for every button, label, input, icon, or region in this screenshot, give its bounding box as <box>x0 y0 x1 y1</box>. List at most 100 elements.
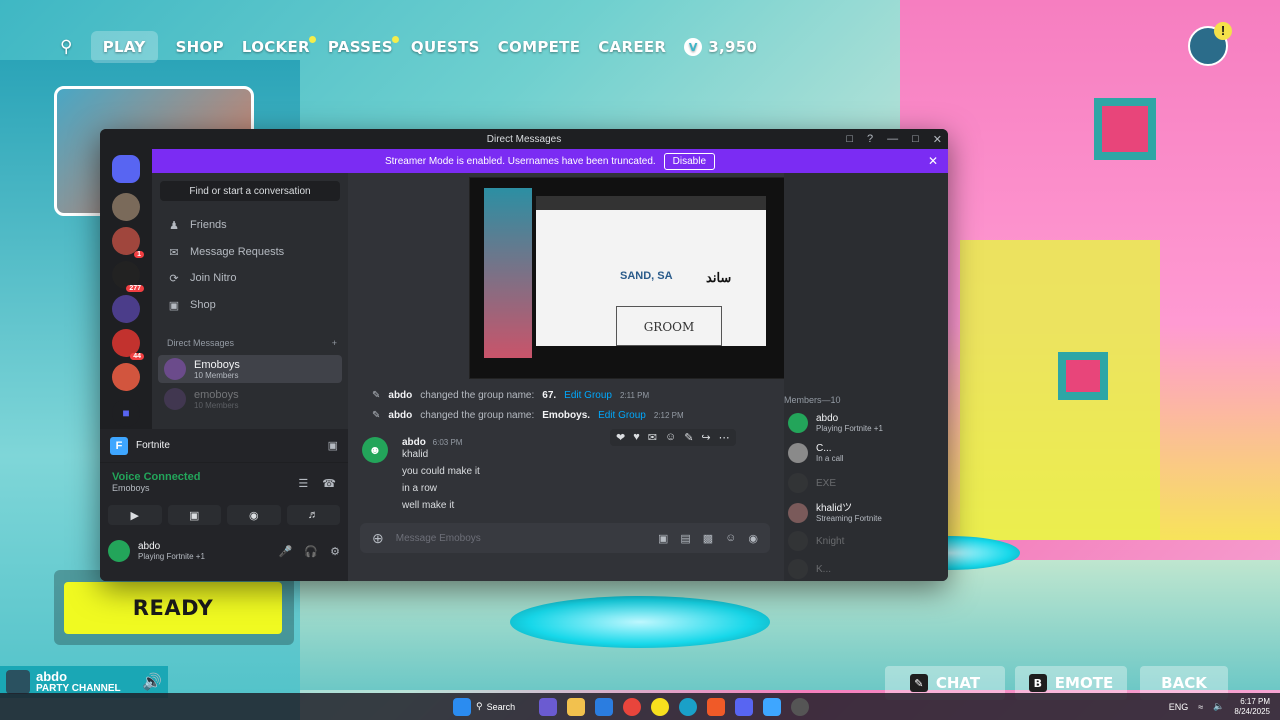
fortnite-icon[interactable] <box>763 697 781 716</box>
dm-item-emoboys[interactable]: Emoboys 10 Members <box>158 355 342 383</box>
folder-icon[interactable] <box>567 697 585 716</box>
nav-play[interactable]: PLAY <box>90 31 158 63</box>
noise-suppression-icon[interactable]: ☰ <box>298 477 308 490</box>
nav-career[interactable]: CAREER <box>598 38 666 56</box>
camera-icon[interactable]: ▶ <box>108 505 162 525</box>
nav-friends[interactable]: ♟ Friends <box>160 213 340 237</box>
chrome-icon[interactable] <box>623 697 641 716</box>
edit-icon[interactable]: ✎ <box>684 431 693 444</box>
edit-group-link[interactable]: Edit Group <box>564 390 612 401</box>
tray-lang[interactable]: ENG <box>1169 702 1189 712</box>
avatar <box>788 473 808 493</box>
edit-group-link[interactable]: Edit Group <box>598 410 646 421</box>
soundboard-icon[interactable]: ♬ <box>286 505 340 525</box>
avatar[interactable] <box>108 540 130 562</box>
message-author-name: abdo <box>402 437 426 448</box>
close-icon[interactable]: ✕ <box>933 133 942 146</box>
avatar[interactable]: ☻ <box>362 437 388 463</box>
system-tray: ENG ≈ 🔈 6:17 PM 8/24/2025 <box>1169 693 1270 720</box>
find-conversation-input[interactable]: Find or start a conversation <box>160 181 340 201</box>
app-icon[interactable] <box>791 697 809 716</box>
reply-icon[interactable]: ↪ <box>701 431 710 444</box>
server-icon[interactable] <box>112 363 140 391</box>
lips-reaction-icon[interactable]: ♥ <box>633 431 640 444</box>
member-item[interactable]: C... In a call <box>788 439 844 467</box>
nav-message-requests[interactable]: ✉ Message Requests <box>160 240 340 264</box>
activities-icon[interactable]: ◉ <box>227 505 281 525</box>
volume-icon[interactable]: 🔈 <box>1213 701 1224 712</box>
message-composer: ⊕ Message Emoboys ▣ ▤ ▩ ☺ ◉ <box>360 523 770 553</box>
member-item[interactable]: abdo Playing Fortnite +1 <box>788 409 883 437</box>
vbucks-balance[interactable]: V 3,950 <box>684 38 757 56</box>
emoji-icon[interactable]: ☺ <box>725 532 736 544</box>
close-icon[interactable]: ✕ <box>928 154 938 168</box>
game-controller-icon[interactable]: ◉ <box>748 532 758 545</box>
mail-reaction-icon[interactable]: ✉ <box>648 431 657 444</box>
stream-preview[interactable]: SAND, SA ساند GROOM <box>469 177 829 379</box>
member-item[interactable]: Knight <box>788 527 844 555</box>
member-item[interactable]: EXE <box>788 469 836 497</box>
voice-controls: ☰ ☎ <box>298 477 336 490</box>
nav-quests[interactable]: QUESTS <box>411 38 480 56</box>
server-icon[interactable]: 277 <box>112 261 144 292</box>
app-icon[interactable] <box>539 697 557 716</box>
gift-icon[interactable]: ▣ <box>658 532 668 545</box>
server-icon[interactable] <box>112 193 140 221</box>
server-icon[interactable]: 44 <box>112 329 144 360</box>
dm-name: Emoboys <box>194 358 240 371</box>
minimize-icon[interactable]: — <box>887 133 898 145</box>
nav-shop-label: Shop <box>190 299 216 311</box>
disconnect-icon[interactable]: ☎ <box>322 477 336 490</box>
microphone-icon[interactable]: 🎤 <box>279 545 293 558</box>
chat-key-icon: ✎ <box>909 674 928 692</box>
add-reaction-icon[interactable]: ☺ <box>665 431 676 444</box>
disable-streamer-button[interactable]: Disable <box>663 152 716 170</box>
nav-compete[interactable]: COMPETE <box>498 38 581 56</box>
nav-passes[interactable]: PASSES <box>328 36 399 56</box>
shop-icon: ▣ <box>168 299 180 312</box>
edge-icon[interactable] <box>679 697 697 716</box>
start-icon[interactable] <box>453 697 471 716</box>
system-user[interactable]: abdo <box>388 410 412 421</box>
member-item[interactable]: K... <box>788 555 831 581</box>
folder-icon[interactable]: ■ <box>112 399 140 427</box>
search-icon[interactable]: ⚲ <box>60 37 73 57</box>
nav-locker[interactable]: LOCKER <box>242 36 316 56</box>
snapchat-icon[interactable] <box>651 697 669 716</box>
settings-gear-icon[interactable]: ⚙ <box>330 545 340 558</box>
ready-button[interactable]: READY <box>64 582 282 634</box>
profile-avatar[interactable]: ! <box>1188 22 1232 66</box>
headphones-icon[interactable]: 🎧 <box>304 545 318 558</box>
screen-share-icon[interactable]: ▣ <box>328 439 338 452</box>
discord-icon[interactable] <box>735 697 753 716</box>
inbox-icon[interactable]: □ <box>846 133 853 145</box>
wifi-icon[interactable]: ≈ <box>1198 702 1203 712</box>
heart-reaction-icon[interactable]: ❤ <box>616 431 625 444</box>
discord-home-icon[interactable] <box>112 155 140 183</box>
app-icon[interactable] <box>707 697 725 716</box>
gif-icon[interactable]: ▤ <box>680 532 690 545</box>
more-icon[interactable]: ⋯ <box>719 431 730 444</box>
help-icon[interactable]: ? <box>867 133 873 145</box>
nav-join-nitro[interactable]: ⟳ Join Nitro <box>160 266 340 290</box>
store-icon[interactable] <box>595 697 613 716</box>
member-item[interactable]: khalidツ Streaming Fortnite <box>788 499 882 527</box>
taskbar-clock[interactable]: 6:17 PM 8/24/2025 <box>1234 697 1270 717</box>
dm-item[interactable]: emoboys 10 Members <box>158 385 342 413</box>
maximize-icon[interactable]: □ <box>912 133 919 145</box>
nav-shop[interactable]: ▣ Shop <box>160 293 340 317</box>
attach-plus-icon[interactable]: ⊕ <box>372 530 384 547</box>
message-author[interactable]: abdo 6:03 PM <box>402 437 462 448</box>
nav-shop[interactable]: SHOP <box>176 38 224 56</box>
message-input[interactable]: Message Emoboys <box>396 533 646 544</box>
server-icon[interactable]: 1 <box>112 227 144 258</box>
add-dm-icon[interactable]: + <box>332 338 337 348</box>
sticker-icon[interactable]: ▩ <box>703 532 713 545</box>
server-icon[interactable] <box>112 295 140 323</box>
member-status: Streaming Fortnite <box>816 514 882 523</box>
share-screen-icon[interactable]: ▣ <box>167 505 221 525</box>
stream-toolbar <box>536 196 766 210</box>
system-user[interactable]: abdo <box>388 390 412 401</box>
taskbar-search[interactable]: ⚲ Search <box>476 701 534 712</box>
voice-panel: F Fortnite ▣ Voice Connected Emoboys ☰ ☎… <box>100 429 348 581</box>
